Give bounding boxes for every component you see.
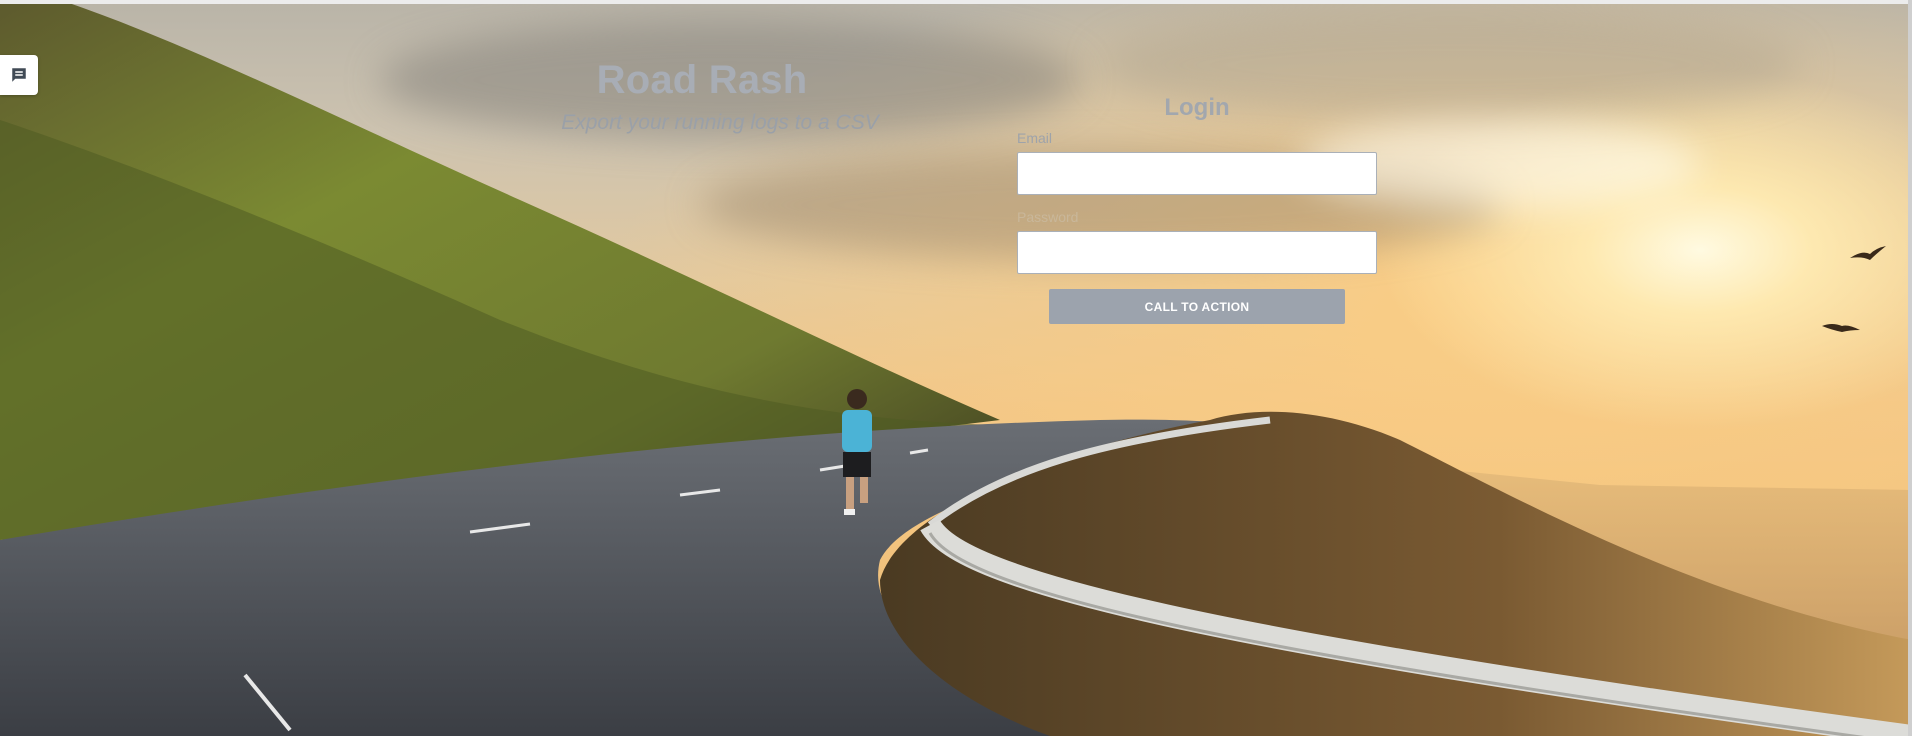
scrollbar[interactable] [1908, 0, 1912, 736]
email-field[interactable] [1017, 152, 1377, 195]
login-heading: Login [1164, 94, 1230, 121]
top-border [0, 0, 1912, 4]
app-title: Road Rash [596, 58, 808, 102]
page: Road Rash Export your running logs to a … [0, 0, 1912, 736]
chat-button[interactable] [0, 55, 38, 95]
background-photo [0, 0, 1912, 736]
login-form: Login Email Password CALL TO ACTION [1017, 94, 1377, 324]
password-field[interactable] [1017, 231, 1377, 274]
hero: Road Rash Export your running logs to a … [540, 58, 900, 135]
password-label: Password [1017, 209, 1079, 225]
chat-bubble-icon [12, 68, 26, 82]
landscape [0, 0, 1912, 736]
app-subtitle: Export your running logs to a CSV [561, 111, 879, 134]
call-to-action-button[interactable]: CALL TO ACTION [1049, 289, 1345, 324]
email-label: Email [1017, 130, 1053, 146]
